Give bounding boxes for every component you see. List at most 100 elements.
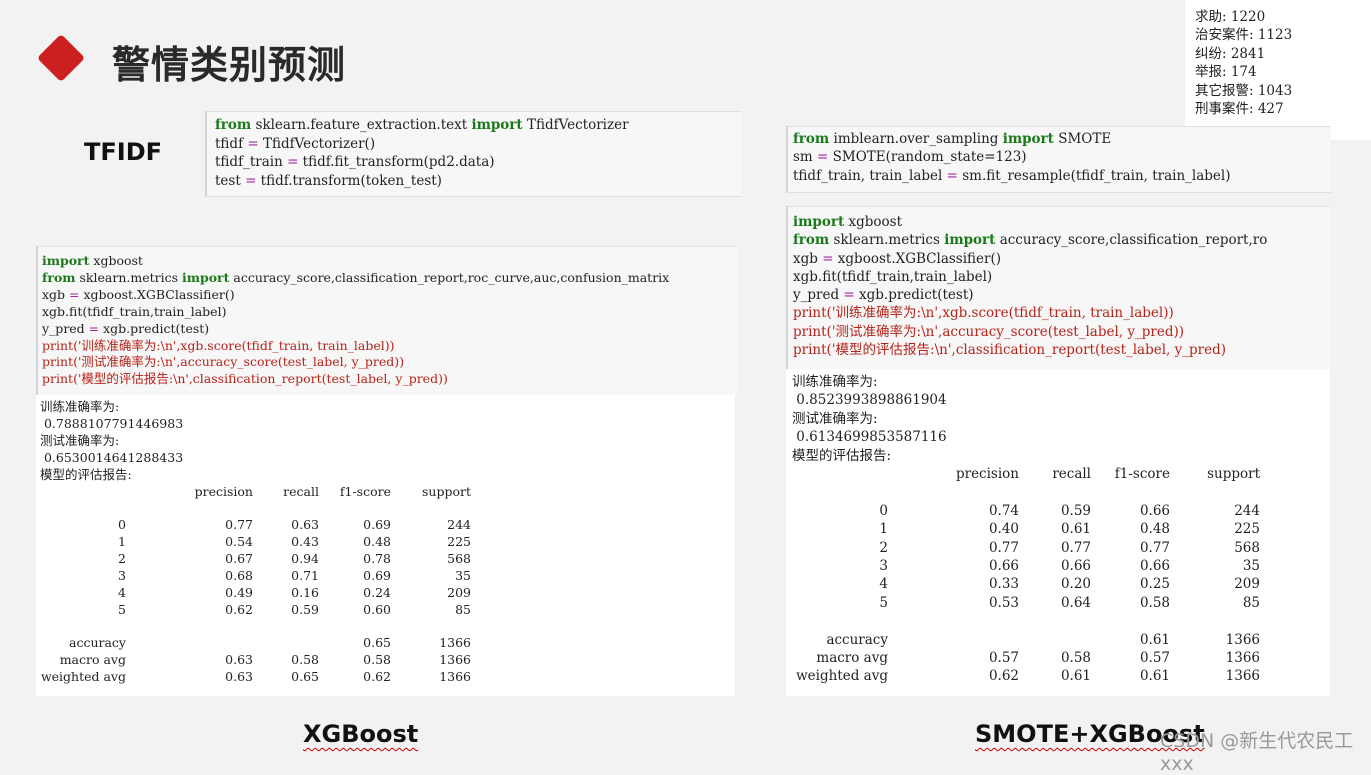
report-cell: 0.63 [291, 517, 319, 533]
report-cell: 0.59 [1060, 502, 1091, 519]
output-line: 测试准确率为: [792, 410, 878, 427]
code-line: xgb.fit(tfidf_train,train_label) [793, 268, 993, 285]
report-cell: 0.62 [225, 601, 253, 617]
output-line: 模型的评估报告: [792, 447, 892, 464]
class-count-line: 纠纷: 2841 [1195, 45, 1266, 62]
report-cell: 2 [879, 539, 888, 556]
report-row: 3 0.66 0.66 0.66 35 [792, 557, 1260, 575]
report-cell: 0.59 [291, 601, 319, 617]
report-cell: precision [955, 466, 1019, 483]
report-cell [1019, 631, 1091, 649]
code-line: import xgboost [42, 253, 143, 268]
xgboost-code-cell: import xgboost from sklearn.metrics impor… [36, 246, 737, 399]
report-cell: 0.77 [988, 539, 1019, 556]
report-cell: accuracy [826, 631, 888, 648]
output-line: 训练准确率为: [792, 374, 878, 390]
report-cell: 0.67 [225, 551, 253, 567]
report-cell: weighted avg [40, 669, 126, 685]
classification-report-table: precision recall f1-score support 0 0.74 0.59 0… [792, 465, 1260, 686]
report-cell: 1 [118, 534, 126, 550]
report-cell: 0.60 [363, 601, 391, 617]
report-cell: 0.77 [1060, 539, 1091, 556]
report-cell: 85 [1242, 594, 1260, 611]
report-cell: 0.69 [363, 567, 391, 583]
report-cell: accuracy [69, 635, 126, 651]
report-cell: 0.58 [1139, 594, 1170, 611]
report-cell: 0.69 [363, 517, 391, 533]
xgboost-label: XGBoost [303, 720, 419, 748]
report-cell: f1-score [339, 483, 391, 499]
report-cell: 0.58 [291, 652, 319, 668]
code-line: import xgboost [793, 214, 903, 230]
report-cell: 0.58 [1060, 650, 1091, 667]
report-cell: 568 [1234, 539, 1260, 556]
report-cell: 2 [118, 551, 126, 567]
report-cell: 0.71 [291, 567, 319, 583]
code-line: y_pred = xgb.predict(test) [793, 287, 974, 304]
smote-code-cell: from imblearn.over_sampling import SMOTE… [786, 126, 1331, 193]
report-cell: 0.57 [1139, 650, 1170, 667]
output-line: 0.6530014641288433 [40, 449, 184, 465]
code-line: from sklearn.metrics import accuracy_sco… [793, 232, 1268, 249]
report-row: 0 0.77 0.63 0.69 244 [40, 517, 471, 534]
report-cell: 1366 [1225, 668, 1260, 685]
report-cell: 209 [447, 584, 471, 600]
class-count-line: 其它报警: 1043 [1195, 82, 1293, 99]
report-cell: 0.66 [1139, 502, 1170, 519]
code-line: test = tfidf.transform(token_test) [215, 172, 442, 189]
report-cell: 35 [455, 567, 471, 583]
report-cell [253, 635, 319, 652]
code-line: from sklearn.metrics import accuracy_sco… [42, 269, 670, 285]
report-cell: 0.78 [363, 551, 391, 567]
class-count-line: 刑事案件: 427 [1195, 101, 1284, 118]
class-count-line: 治安案件: 1123 [1195, 27, 1293, 44]
report-cell: 5 [879, 594, 888, 611]
report-cell: weighted avg [796, 668, 888, 685]
report-cell: 85 [455, 601, 471, 617]
code-line: print('训练准确率为:\n',xgb.score(tfidf_train,… [793, 305, 1174, 322]
code-line: xgb = xgboost.XGBClassifier() [793, 250, 1002, 267]
report-cell: 568 [447, 551, 471, 567]
code-line: print('训练准确率为:\n',xgb.score(tfidf_train,… [42, 337, 395, 353]
tfidf-code-cell: from sklearn.feature_extraction.text imp… [205, 111, 741, 197]
code-line: print('测试准确率为:\n',accuracy_score(test_la… [42, 354, 405, 370]
report-cell: 0.61 [1139, 668, 1170, 685]
report-cell: recall [1052, 466, 1091, 483]
report-row: 0 0.74 0.59 0.66 244 [792, 502, 1260, 520]
report-cell: 0.61 [1060, 521, 1091, 538]
report-cell: 0.33 [988, 576, 1019, 593]
output-line: 测试准确率为: [40, 432, 120, 448]
report-cell: macro avg [59, 652, 126, 668]
report-cell [40, 484, 126, 501]
report-cell: 1366 [1225, 631, 1260, 648]
report-summary-row: weighted avg 0.62 0.61 0.61 1366 [792, 667, 1260, 685]
code-line: print('测试准确率为:\n',accuracy_score(test_la… [793, 323, 1185, 340]
report-cell: 0.61 [1139, 631, 1170, 648]
report-cell: 0.25 [1139, 576, 1170, 593]
report-cell: 0.43 [291, 534, 319, 550]
page-title: 警情类别预测 [112, 43, 347, 87]
report-cell: 3 [879, 558, 888, 575]
report-cell: 0.20 [1060, 576, 1091, 593]
report-cell: 0.77 [1139, 539, 1170, 556]
report-cell: 35 [1242, 558, 1260, 575]
report-summary-row: macro avg 0.63 0.58 0.58 1366 [40, 652, 471, 669]
report-cell: 4 [118, 584, 126, 600]
class-count-line: 求助: 1220 [1195, 9, 1266, 25]
report-row: 5 0.62 0.59 0.60 85 [40, 602, 471, 619]
report-row: 5 0.53 0.64 0.58 85 [792, 594, 1260, 612]
report-summary-row: macro avg 0.57 0.58 0.57 1366 [792, 649, 1260, 667]
report-cell: 225 [447, 534, 471, 550]
report-row: 3 0.68 0.71 0.69 35 [40, 568, 471, 585]
xgboost-output-cell: 训练准确率为: 0.7888107791446983 测试准确率为: 0.6530… [36, 395, 735, 696]
report-cell: 4 [879, 576, 888, 593]
report-cell: 0.77 [225, 517, 253, 533]
report-cell: 0.16 [291, 584, 319, 600]
csdn-watermark: CSDN @新生代农民工xxx [1160, 730, 1354, 775]
classification-report-table: precision recall f1-score support 0 0.77 0.63 0… [40, 484, 471, 687]
report-cell [126, 635, 253, 652]
code-line: tfidf_train = tfidf.fit_transform(pd2.da… [215, 154, 495, 170]
report-summary-row: accuracy 0.61 1366 [792, 631, 1260, 649]
class-count-panel: 求助: 1220 治安案件: 1123 纠纷: 2841 举报: 174 其它报… [1185, 0, 1371, 140]
smote-xgboost-output-cell: 训练准确率为: 0.8523993898861904 测试准确率为: 0.6134… [786, 369, 1330, 696]
